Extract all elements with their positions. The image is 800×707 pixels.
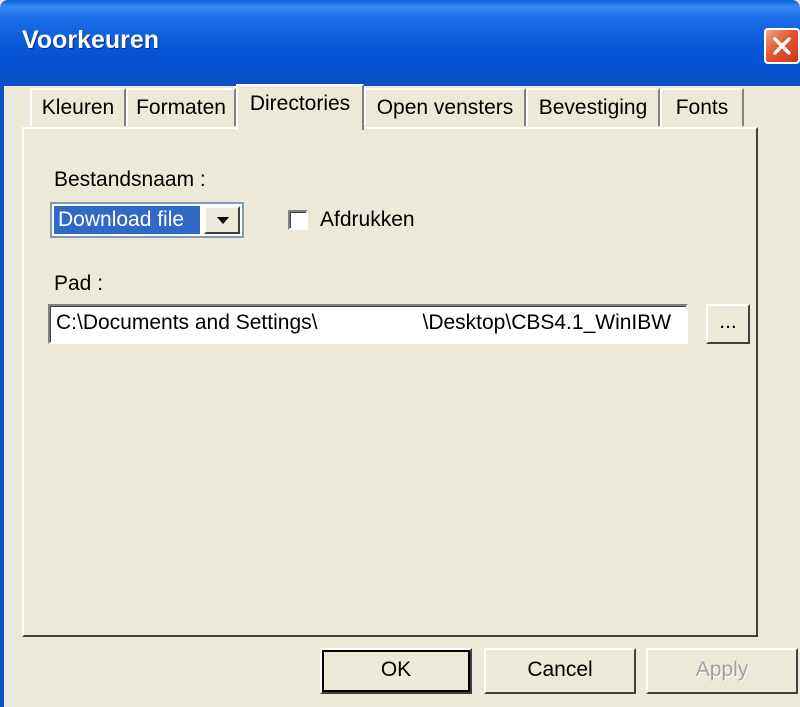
tab-fonts[interactable]: Fonts xyxy=(660,88,744,126)
close-button[interactable] xyxy=(764,28,800,64)
cancel-button[interactable]: Cancel xyxy=(484,648,636,694)
title-bar[interactable]: Voorkeuren xyxy=(0,0,800,86)
window-frame xyxy=(0,86,4,707)
filename-dropdown-value: Download file xyxy=(54,206,200,234)
tab-directories[interactable]: Directories xyxy=(236,84,364,130)
filename-dropdown[interactable]: Download file xyxy=(50,202,244,238)
tab-open-vensters[interactable]: Open vensters xyxy=(364,88,526,126)
print-checkbox[interactable] xyxy=(288,210,308,230)
print-checkbox-label[interactable]: Afdrukken xyxy=(320,208,415,232)
tab-bevestiging[interactable]: Bevestiging xyxy=(526,88,660,126)
filename-label: Bestandsnaam : xyxy=(54,168,206,191)
apply-button[interactable]: Apply xyxy=(646,648,798,694)
path-label: Pad : xyxy=(54,272,104,295)
dropdown-arrow-button[interactable] xyxy=(204,206,240,234)
tab-kleuren[interactable]: Kleuren xyxy=(30,88,126,126)
chevron-down-icon xyxy=(217,217,229,224)
ok-button[interactable]: OK xyxy=(320,648,472,694)
window-title: Voorkeuren xyxy=(22,26,160,54)
tab-formaten[interactable]: Formaten xyxy=(126,88,236,126)
close-icon xyxy=(773,37,791,55)
browse-button[interactable]: ... xyxy=(706,304,750,344)
path-input[interactable]: C:\Documents and Settings\ \Desktop\CBS4… xyxy=(48,304,688,344)
